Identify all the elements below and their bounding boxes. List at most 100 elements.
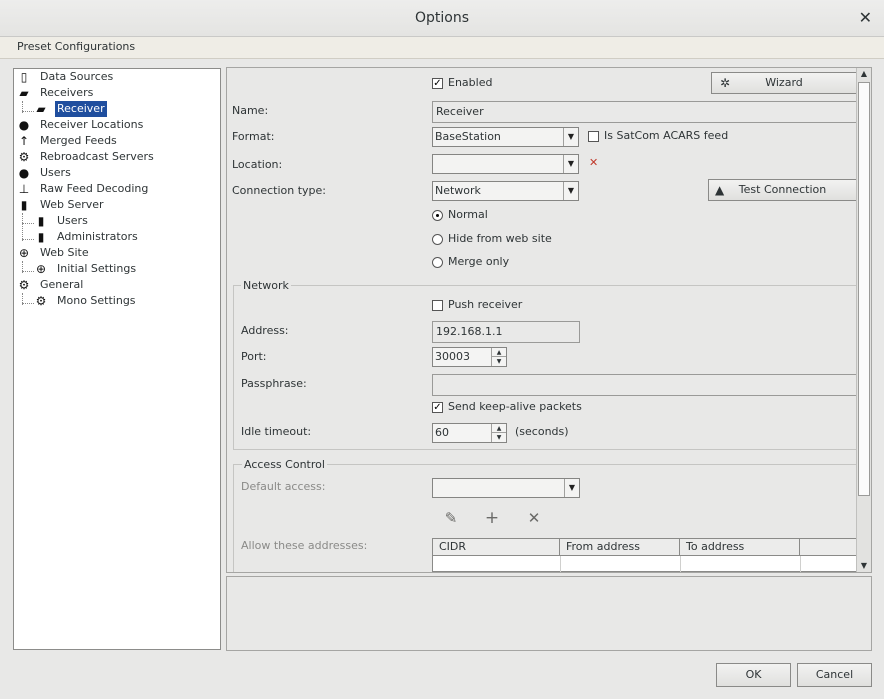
idle-timeout-value: 60 <box>435 426 449 439</box>
keepalive-checkbox[interactable]: ✓ <box>432 402 443 413</box>
spin-up-icon[interactable]: ▲ <box>491 424 506 433</box>
flask-icon: ▲ <box>715 183 725 197</box>
satcom-label: Is SatCom ACARS feed <box>604 129 729 142</box>
spin-down-icon[interactable]: ▼ <box>491 433 506 442</box>
column-header-cidr[interactable]: CIDR <box>433 539 560 556</box>
spin-down-icon[interactable]: ▼ <box>491 357 506 366</box>
tree-item-label: Administrators <box>57 230 138 243</box>
server-icon: ▮ <box>37 214 45 228</box>
seconds-label: (seconds) <box>515 425 569 438</box>
location-select[interactable]: ▼ <box>432 154 579 174</box>
broadcast-icon: ⚙ <box>18 150 30 164</box>
name-field[interactable]: Receiver <box>432 101 862 123</box>
server-icon: ▮ <box>20 198 28 212</box>
network-group-title: Network <box>241 279 291 293</box>
globe-icon: ⊕ <box>35 262 47 276</box>
normal-radio[interactable] <box>432 210 443 221</box>
tree-item-label: Receivers <box>40 86 94 99</box>
tree-item-label: Receiver <box>54 100 108 118</box>
delete-icon[interactable]: ✕ <box>526 510 542 526</box>
format-select-value: BaseStation <box>435 130 501 143</box>
tree-item-label: Rebroadcast Servers <box>40 150 154 163</box>
tree-item-label: Web Server <box>40 198 104 211</box>
location-label: Location: <box>232 158 283 171</box>
tree-item-label: Users <box>40 166 71 179</box>
ok-button[interactable]: OK <box>716 663 791 687</box>
port-label: Port: <box>241 350 267 363</box>
merge-only-radio[interactable] <box>432 257 443 268</box>
chevron-down-icon: ▼ <box>564 479 579 497</box>
allow-addresses-label: Allow these addresses: <box>241 539 368 552</box>
wizard-button[interactable]: ✲ Wizard <box>711 72 857 94</box>
radio-icon: ▰ <box>19 86 29 100</box>
user-icon: ● <box>18 166 30 180</box>
preset-configurations-label: Preset Configurations <box>17 40 136 53</box>
wizard-button-label: Wizard <box>765 76 803 89</box>
port-value: 30003 <box>435 350 470 363</box>
gear-icon: ⚙ <box>35 294 47 308</box>
add-icon[interactable]: + <box>484 510 500 527</box>
access-control-title: Access Control <box>242 458 327 472</box>
merge-only-label: Merge only <box>448 255 510 268</box>
normal-radio-label: Normal <box>448 208 488 221</box>
enabled-label: Enabled <box>448 76 493 89</box>
description-box <box>226 576 872 651</box>
map-pin-icon: ● <box>18 118 30 132</box>
cancel-button[interactable]: Cancel <box>797 663 872 687</box>
connection-type-label: Connection type: <box>232 184 327 197</box>
test-connection-label: Test Connection <box>738 183 827 196</box>
spin-up-icon[interactable]: ▲ <box>491 348 506 357</box>
port-spinner[interactable]: 30003 ▲ ▼ <box>432 347 507 367</box>
server-icon: ▮ <box>37 230 45 244</box>
chevron-down-icon: ▼ <box>563 155 578 173</box>
panel-scrollbar[interactable]: ▲ ▼ <box>856 68 871 572</box>
tree-item-label: Receiver Locations <box>40 118 144 131</box>
receiver-settings-panel: ✓ Enabled ✲ Wizard Name: Receiver Format… <box>226 67 872 573</box>
chevron-down-icon: ▼ <box>563 128 578 146</box>
test-connection-button[interactable]: ▲ Test Connection <box>708 179 857 201</box>
window-title: Options <box>414 10 470 26</box>
decoder-icon: ⊥ <box>18 182 30 196</box>
keepalive-label: Send keep-alive packets <box>448 400 582 413</box>
wand-icon: ✲ <box>720 76 731 90</box>
tree-item-label: Initial Settings <box>57 262 137 275</box>
format-label: Format: <box>232 130 275 143</box>
close-icon[interactable]: ✕ <box>859 8 872 27</box>
name-label: Name: <box>232 104 269 117</box>
column-header-from-address[interactable]: From address <box>560 539 680 556</box>
satcom-checkbox[interactable] <box>588 131 599 142</box>
format-select[interactable]: BaseStation ▼ <box>432 127 579 147</box>
clear-location-icon[interactable]: ✕ <box>589 156 598 170</box>
gear-icon: ⚙ <box>18 278 30 292</box>
tree-item-label: Merged Feeds <box>40 134 117 147</box>
options-tree[interactable]: ▯ Data Sources ▰ Receivers ▰ Receiver ● … <box>13 68 221 650</box>
address-field[interactable]: 192.168.1.1 <box>432 321 580 343</box>
address-label: Address: <box>241 324 289 337</box>
tree-item-label: Users <box>57 214 88 227</box>
default-access-select[interactable]: ▼ <box>432 478 580 498</box>
tree-item-label: Raw Feed Decoding <box>40 182 149 195</box>
allowed-addresses-table[interactable]: CIDR From address To address <box>432 538 863 572</box>
idle-timeout-spinner[interactable]: 60 ▲ ▼ <box>432 423 507 443</box>
radio-icon: ▰ <box>36 102 46 116</box>
tree-item-label: General <box>40 278 84 291</box>
connection-type-select[interactable]: Network ▼ <box>432 181 579 201</box>
enabled-checkbox[interactable]: ✓ <box>432 78 443 89</box>
scroll-up-icon[interactable]: ▲ <box>857 68 871 80</box>
edit-pencil-icon[interactable]: ✎ <box>443 510 459 526</box>
scrollbar-thumb[interactable] <box>858 82 870 496</box>
preset-configurations-menu[interactable]: Preset Configurations <box>0 37 884 59</box>
default-access-label: Default access: <box>241 480 326 493</box>
passphrase-label: Passphrase: <box>241 377 307 390</box>
hide-from-web-site-radio[interactable] <box>432 234 443 245</box>
tree-item-label: Web Site <box>40 246 89 259</box>
merge-arrow-icon: ↑ <box>18 134 30 148</box>
scroll-down-icon[interactable]: ▼ <box>857 560 871 572</box>
idle-timeout-label: Idle timeout: <box>241 425 312 438</box>
column-header-to-address[interactable]: To address <box>680 539 800 556</box>
chevron-down-icon: ▼ <box>563 182 578 200</box>
passphrase-field[interactable] <box>432 374 862 396</box>
push-receiver-checkbox[interactable] <box>432 300 443 311</box>
document-icon: ▯ <box>20 70 28 84</box>
push-receiver-label: Push receiver <box>448 298 523 311</box>
